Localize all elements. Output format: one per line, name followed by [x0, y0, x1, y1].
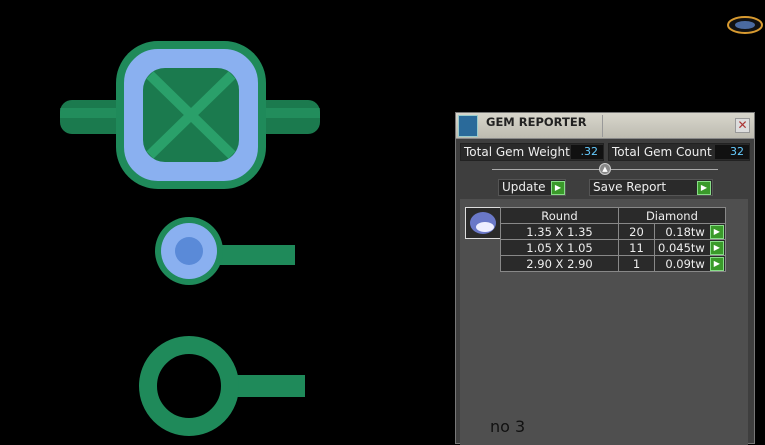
gem-thumbnail-icon [465, 207, 501, 239]
gem-table: Round Diamond 1.35 X 1.35 20 0.18tw ▶ 1.0… [500, 207, 726, 272]
total-weight-label: Total Gem Weight [464, 145, 570, 159]
note-text: no 3 [490, 417, 526, 436]
app-logo [727, 16, 763, 34]
title-bar[interactable]: GEM REPORTER ✕ [456, 113, 754, 139]
ring-model-pendant [155, 217, 295, 285]
gem-count: 1 [618, 255, 655, 272]
total-weight-value: .32 [571, 145, 603, 159]
gem-size: 1.35 X 1.35 [500, 223, 619, 240]
table-header: Round Diamond [500, 207, 726, 224]
gem-report-icon [458, 115, 478, 137]
play-icon[interactable]: ▶ [709, 225, 724, 239]
gem-size: 2.90 X 2.90 [500, 255, 619, 272]
gem-weight: 0.18tw [665, 224, 705, 239]
3d-viewport[interactable] [0, 0, 450, 444]
total-count-value: 32 [715, 145, 749, 159]
gem-table-area: Round Diamond 1.35 X 1.35 20 0.18tw ▶ 1.0… [460, 199, 748, 445]
close-icon[interactable]: ✕ [735, 118, 750, 133]
total-count-label: Total Gem Count [612, 145, 712, 159]
header-type: Diamond [618, 207, 726, 224]
play-icon[interactable]: ▶ [551, 181, 565, 195]
save-report-button[interactable]: Save Report ▶ [589, 179, 713, 196]
update-button[interactable]: Update ▶ [498, 179, 566, 196]
save-report-label: Save Report [593, 180, 667, 194]
ring-model-setting [139, 336, 305, 436]
gem-reporter-panel: GEM REPORTER ✕ Total Gem Weight .32 Tota… [455, 112, 755, 445]
ring-model-halo [60, 41, 320, 189]
table-row: 1.05 X 1.05 11 0.045tw ▶ [500, 239, 726, 256]
gem-count: 11 [618, 239, 655, 256]
table-row: 2.90 X 2.90 1 0.09tw ▶ [500, 255, 726, 272]
collapse-up-icon[interactable]: ▲ [599, 163, 611, 175]
title-divider [602, 115, 603, 137]
panel-title: GEM REPORTER [486, 115, 587, 129]
gem-weight: 0.09tw [665, 256, 705, 271]
gem-count: 20 [618, 223, 655, 240]
play-icon[interactable]: ▶ [709, 257, 724, 271]
total-gem-count: Total Gem Count 32 [608, 143, 750, 161]
play-icon[interactable]: ▶ [709, 241, 724, 255]
header-shape: Round [500, 207, 619, 224]
gem-size: 1.05 X 1.05 [500, 239, 619, 256]
update-label: Update [502, 180, 546, 194]
table-row: 1.35 X 1.35 20 0.18tw ▶ [500, 223, 726, 240]
total-gem-weight: Total Gem Weight .32 [460, 143, 604, 161]
gem-weight: 0.045tw [658, 240, 705, 255]
play-icon[interactable]: ▶ [697, 181, 711, 195]
